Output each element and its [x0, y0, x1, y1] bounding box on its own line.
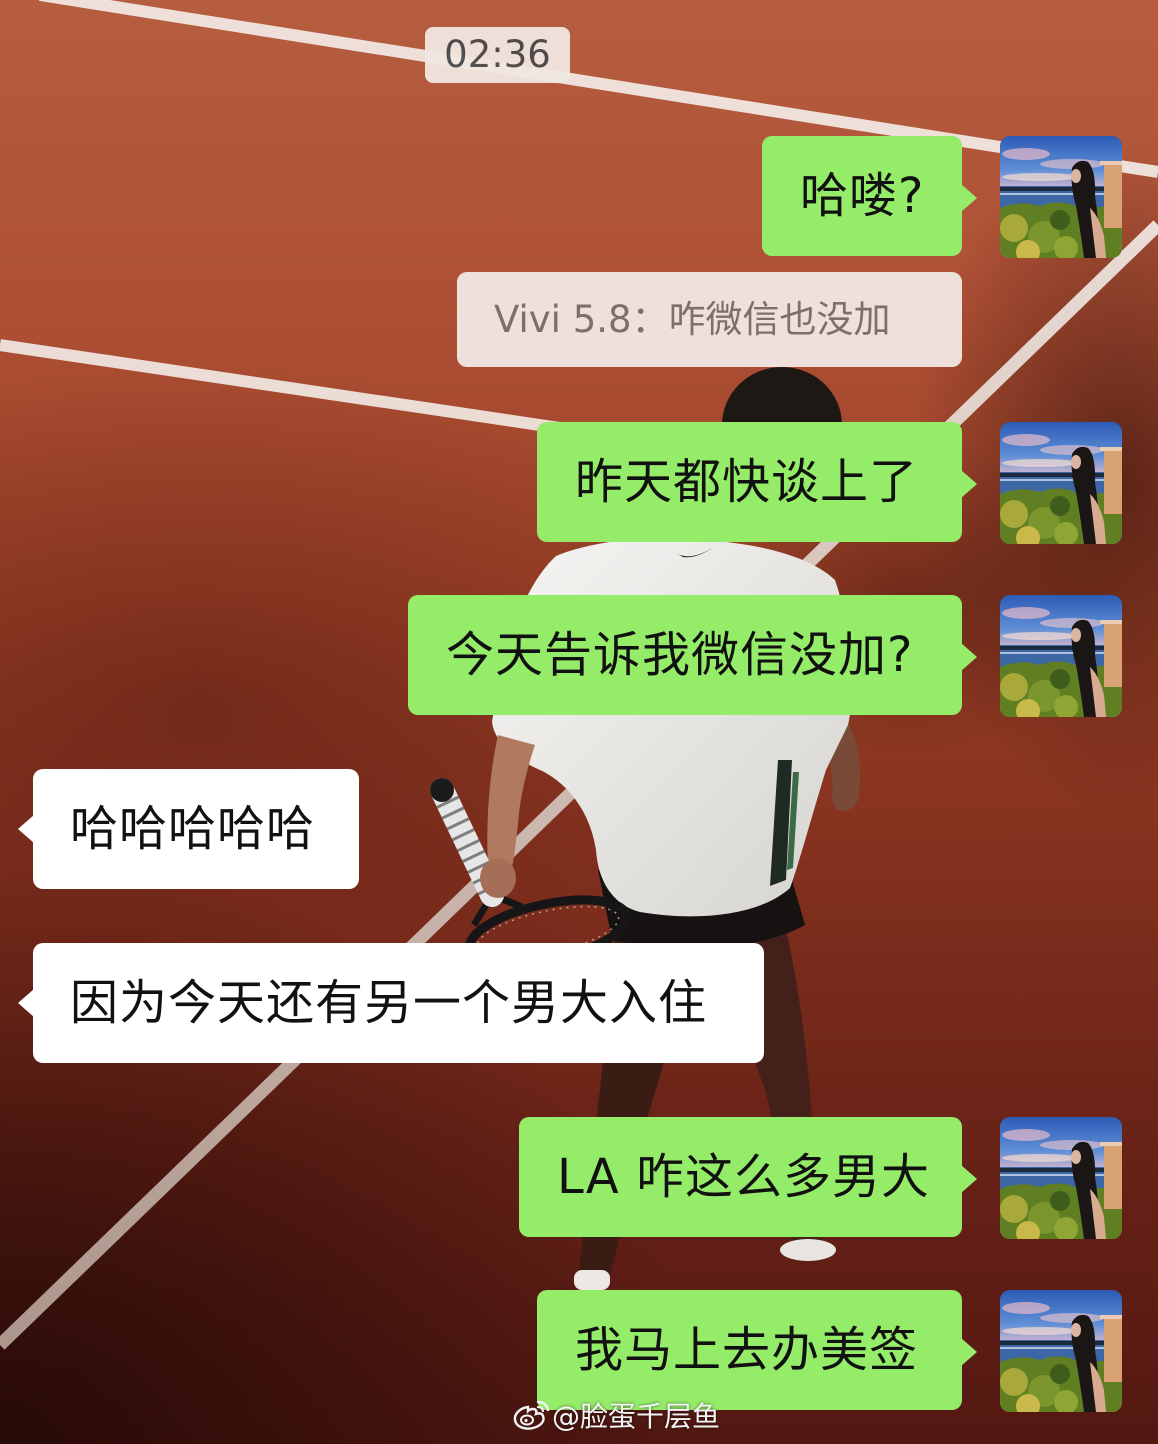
chat-screen: 02:36 哈喽? Vivi 5.8：咋微信也没加 昨天都快谈上了 今天告诉我微…: [0, 0, 1158, 1444]
player-left-shoe: [574, 1270, 610, 1290]
message-text: 哈哈哈哈哈: [70, 801, 316, 857]
avatar-photo-icon: [1000, 136, 1122, 258]
avatar-photo-icon: [1000, 1290, 1122, 1412]
outgoing-message-bubble[interactable]: 哈喽?: [762, 136, 977, 256]
outgoing-message-bubble[interactable]: 今天告诉我微信没加?: [408, 595, 977, 715]
quoted-message-text: Vivi 5.8：咋微信也没加: [494, 298, 891, 341]
incoming-message-bubble[interactable]: 哈哈哈哈哈: [18, 769, 359, 889]
my-avatar[interactable]: [1000, 422, 1122, 544]
outgoing-message-bubble[interactable]: 昨天都快谈上了: [537, 422, 977, 542]
my-avatar[interactable]: [1000, 1117, 1122, 1239]
quoted-message[interactable]: Vivi 5.8：咋微信也没加: [457, 272, 962, 367]
player-hand: [480, 858, 516, 898]
incoming-message-bubble[interactable]: 因为今天还有另一个男大入住: [18, 943, 764, 1063]
my-avatar[interactable]: [1000, 1290, 1122, 1412]
message-text: 昨天都快谈上了: [575, 454, 919, 510]
player-right-shoe: [780, 1239, 836, 1261]
message-text: LA 咋这么多男大: [557, 1149, 930, 1205]
timestamp-text: 02:36: [444, 33, 551, 76]
message-text: 今天告诉我微信没加?: [446, 627, 914, 683]
message-timestamp: 02:36: [425, 27, 570, 83]
outgoing-message-bubble[interactable]: LA 咋这么多男大: [519, 1117, 977, 1237]
watermark-text: @脸蛋千层鱼: [552, 1400, 721, 1433]
message-text: 哈喽?: [800, 168, 925, 224]
court-line-top: [39, 0, 1158, 178]
avatar-photo-icon: [1000, 1117, 1122, 1239]
weibo-icon: [513, 1400, 550, 1430]
watermark: @脸蛋千层鱼: [512, 1396, 720, 1434]
my-avatar[interactable]: [1000, 595, 1122, 717]
my-avatar[interactable]: [1000, 136, 1122, 258]
avatar-photo-icon: [1000, 422, 1122, 544]
avatar-photo-icon: [1000, 595, 1122, 717]
message-text: 因为今天还有另一个男大入住: [70, 975, 708, 1031]
message-text: 我马上去办美签: [575, 1322, 919, 1378]
outgoing-message-bubble[interactable]: 我马上去办美签: [537, 1290, 977, 1410]
